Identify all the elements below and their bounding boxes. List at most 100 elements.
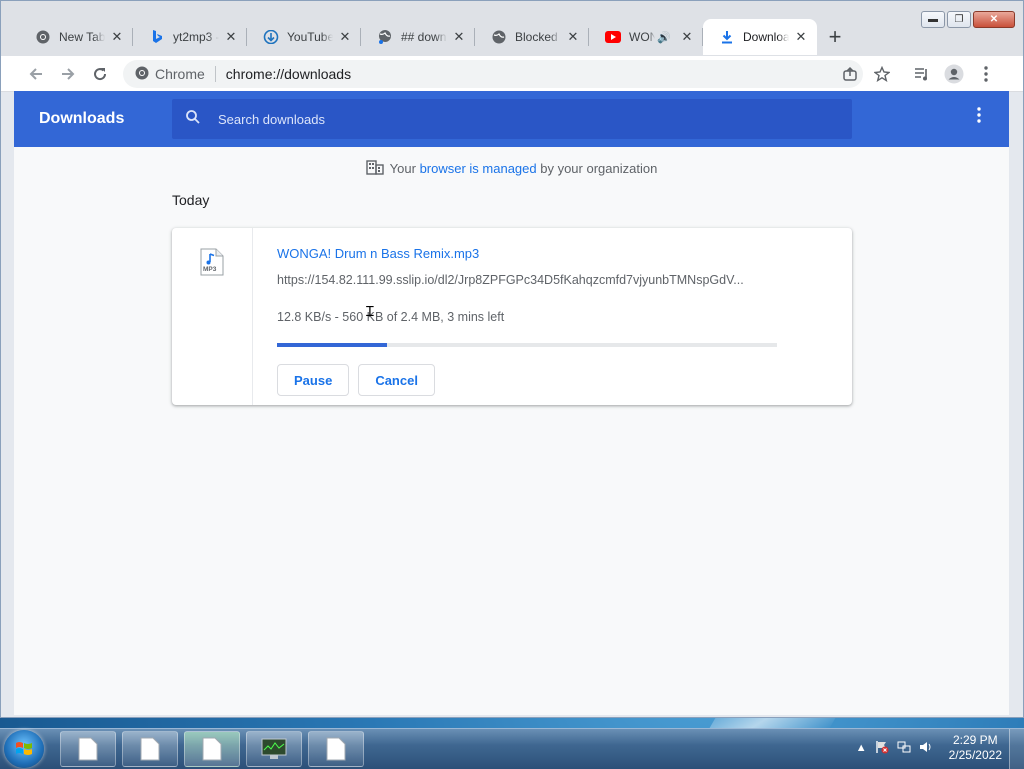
media-control-icon[interactable] (909, 61, 935, 87)
clock-date: 2/25/2022 (948, 748, 1002, 762)
download-progress-fill (277, 343, 387, 347)
search-input[interactable] (216, 110, 820, 128)
search-icon (186, 109, 200, 129)
system-clock[interactable]: 2:29 PM 2/25/2022 (949, 733, 1002, 763)
tab-title: Downloa (743, 30, 789, 44)
document-icon (78, 737, 98, 761)
managed-suffix: by your organization (536, 161, 658, 176)
show-desktop-button[interactable] (1009, 729, 1024, 769)
address-bar[interactable]: Chrome chrome://downloads (123, 60, 863, 88)
omnibox-separator (214, 66, 216, 82)
system-tray: ▲ 2:29 PM 2/25/2022 (856, 733, 1002, 763)
show-hidden-icons-icon[interactable]: ▲ (856, 742, 867, 754)
taskbar-item-document[interactable] (308, 731, 364, 767)
omnibox-chip: Chrome (155, 66, 205, 82)
youtube-icon (605, 29, 621, 45)
mp3-file-icon: MP3 (200, 248, 224, 281)
reload-icon[interactable] (87, 61, 113, 87)
monitor-icon (261, 738, 287, 759)
tab-blocked[interactable]: Blocked b ✕ (475, 19, 589, 55)
tab-close-icon[interactable]: ✕ (565, 29, 581, 45)
profile-avatar-icon[interactable] (941, 61, 967, 87)
tab-title: YouTube (287, 30, 333, 44)
tab-title: Blocked b (515, 30, 561, 44)
tab-youtube[interactable]: YouTube ✕ (247, 19, 361, 55)
network-icon[interactable] (897, 740, 911, 757)
taskbar-item-task-manager[interactable] (246, 731, 302, 767)
forward-arrow-icon[interactable] (55, 61, 81, 87)
browser-toolbar: Chrome chrome://downloads (1, 56, 1023, 92)
tab-close-icon[interactable]: ✕ (451, 29, 467, 45)
volume-icon[interactable] (919, 740, 933, 757)
download-cloud-icon (263, 29, 279, 45)
bookmark-star-icon[interactable] (869, 61, 895, 87)
start-button[interactable] (4, 730, 44, 768)
share-icon[interactable] (837, 61, 863, 87)
globe-icon (377, 29, 393, 45)
window-controls: ▬ ❐ ✕ (921, 11, 1015, 28)
browser-managed-link[interactable]: browser is managed (420, 161, 537, 176)
maximize-button[interactable]: ❐ (947, 11, 971, 28)
new-tab-button[interactable]: + (817, 19, 853, 55)
back-arrow-icon[interactable] (23, 61, 49, 87)
date-heading: Today (172, 192, 210, 208)
download-item-card: MP3 WONGA! Drum n Bass Remix.mp3 https:/… (172, 228, 852, 405)
file-type-label: MP3 (203, 266, 217, 273)
building-icon (365, 159, 384, 178)
tab-strip: New Tab ✕ yt2mp3 - ✕ YouTube ✕ ## down ✕… (19, 19, 853, 55)
chrome-menu-icon[interactable] (973, 61, 999, 87)
tab-yt2mp3[interactable]: yt2mp3 - ✕ (133, 19, 247, 55)
tab-close-icon[interactable]: ✕ (679, 29, 695, 45)
tab-wonga-audio[interactable]: WON 🔊 ✕ (589, 19, 703, 55)
clock-time: 2:29 PM (952, 733, 998, 747)
download-item-details: WONGA! Drum n Bass Remix.mp3 https://154… (277, 246, 837, 396)
download-status: 12.8 KB/s - 560 KB of 2.4 MB, 3 mins lef… (277, 310, 505, 324)
chrome-icon (135, 66, 149, 83)
file-name-link[interactable]: WONGA! Drum n Bass Remix.mp3 (277, 246, 837, 261)
download-progress-bar (277, 343, 777, 347)
tab-downloads[interactable]: Downloa ✕ (703, 19, 817, 55)
speaker-icon[interactable]: 🔊 (657, 31, 671, 44)
cancel-button[interactable]: Cancel (358, 364, 435, 396)
download-actions: Pause Cancel (277, 364, 837, 396)
tab-close-icon[interactable]: ✕ (337, 29, 353, 45)
managed-notice: Your browser is managed by your organiza… (14, 159, 1009, 178)
taskbar-item-document-active[interactable] (184, 731, 240, 767)
file-icon-column: MP3 (172, 228, 253, 405)
tab-title: WON (629, 30, 656, 44)
pause-button[interactable]: Pause (277, 364, 350, 396)
chrome-window: New Tab ✕ yt2mp3 - ✕ YouTube ✕ ## down ✕… (0, 0, 1024, 718)
tab-close-icon[interactable]: ✕ (109, 29, 125, 45)
title-bar: New Tab ✕ yt2mp3 - ✕ YouTube ✕ ## down ✕… (1, 1, 1023, 56)
downloads-page: Downloads Your browser is managed by you… (14, 91, 1009, 715)
url-text: chrome://downloads (225, 66, 352, 82)
action-center-flag-icon[interactable] (875, 740, 889, 757)
downloads-header: Downloads (14, 91, 1009, 147)
document-icon (326, 737, 346, 761)
taskbar-item-document[interactable] (122, 731, 178, 767)
page-title: Downloads (39, 110, 125, 127)
tab-title: ## down (401, 30, 447, 44)
tab-downloads-search[interactable]: ## down ✕ (361, 19, 475, 55)
tab-close-icon[interactable]: ✕ (793, 29, 809, 45)
close-window-button[interactable]: ✕ (973, 11, 1015, 28)
managed-prefix: Your (389, 161, 420, 176)
bing-icon (149, 29, 165, 45)
tab-new-tab[interactable]: New Tab ✕ (19, 19, 133, 55)
tab-title: New Tab (59, 30, 105, 44)
windows-logo-icon (16, 742, 32, 755)
download-icon (719, 29, 735, 45)
globe-icon (491, 29, 507, 45)
minimize-button[interactable]: ▬ (921, 11, 945, 28)
text-cursor-icon: Ɪ (366, 303, 374, 319)
taskbar-item-document[interactable] (60, 731, 116, 767)
windows-taskbar: ▲ 2:29 PM 2/25/2022 (0, 728, 1024, 769)
tab-close-icon[interactable]: ✕ (223, 29, 239, 45)
search-box[interactable] (172, 99, 852, 139)
document-icon (140, 737, 160, 761)
managed-text: Your browser is managed by your organiza… (390, 161, 658, 176)
tab-title: yt2mp3 - (173, 30, 219, 44)
chrome-icon (35, 29, 51, 45)
source-url[interactable]: https://154.82.111.99.sslip.io/dl2/Jrp8Z… (277, 273, 777, 287)
more-options-icon[interactable] (977, 107, 981, 126)
